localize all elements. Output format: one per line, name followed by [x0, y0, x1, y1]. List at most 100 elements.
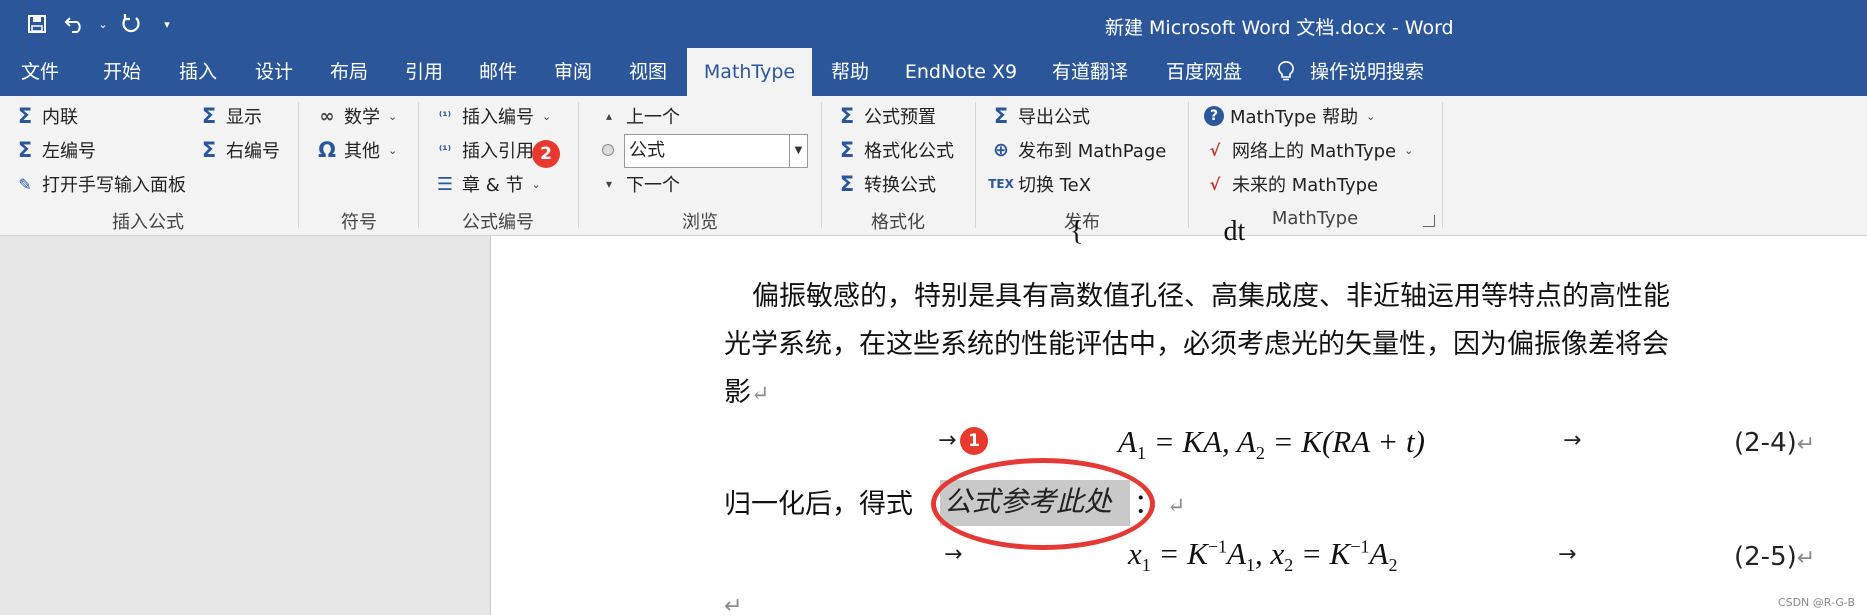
tex-icon: TEX: [988, 177, 1014, 191]
equation-fragment: {dt: [1070, 216, 1246, 247]
future-mathtype-button[interactable]: √ 未来的 MathType: [1204, 169, 1378, 199]
arrow-up-icon: ▴: [605, 109, 613, 123]
previous-button[interactable]: ▴ 上一个: [598, 101, 680, 131]
presets-icon: Σ: [839, 104, 855, 128]
equation-2-5[interactable]: x1 = K−1A1, x2 = K−1A2: [1128, 536, 1397, 576]
sigma-right-number-icon: Σ: [201, 138, 217, 162]
paragraph-line-2: 光学系统，在这些系统的性能评估中，必须考虑光的矢量性，因为偏振像差将会: [724, 329, 1669, 360]
publish-mathpage-button[interactable]: ⊕ 发布到 MathPage: [990, 135, 1166, 165]
group-divider: [1442, 102, 1443, 228]
tab-arrow: →: [944, 542, 963, 567]
tab-mathtype[interactable]: MathType: [687, 48, 812, 96]
group-divider: [418, 102, 419, 228]
omega-icon: Ω: [318, 138, 336, 162]
equation-number-2-4: (2-4)↵: [1734, 428, 1816, 458]
tab-mailings[interactable]: 邮件: [460, 48, 536, 96]
search-label: 操作说明搜索: [1309, 61, 1424, 83]
group-divider: [821, 102, 822, 228]
customize-icon[interactable]: ▾: [152, 10, 182, 38]
normalization-text: 归一化后，得式: [724, 489, 913, 520]
export-equations-button[interactable]: Σ 导出公式: [990, 101, 1090, 131]
group-label-formula-number: 公式编号: [462, 212, 534, 233]
tab-arrow: →: [1558, 542, 1577, 567]
tab-endnote[interactable]: EndNote X9: [896, 48, 1026, 96]
future-icon: √: [1209, 174, 1221, 194]
list-icon: ☰: [436, 173, 454, 195]
document-title: 新建 Microsoft Word 文档.docx - Word: [1105, 17, 1454, 39]
toggle-tex-button[interactable]: TEX 切换 TeX: [988, 169, 1091, 199]
undo-icon[interactable]: [58, 10, 92, 38]
browse-type-select[interactable]: 公式 ▼: [624, 134, 808, 168]
tab-view[interactable]: 视图: [610, 48, 686, 96]
pen-icon: ✎: [18, 174, 32, 194]
tab-baidu-netdisk[interactable]: 百度网盘: [1154, 48, 1254, 96]
chevron-down-icon: ⌄: [1366, 109, 1376, 123]
help-icon: ?: [1204, 106, 1224, 126]
redo-icon[interactable]: [114, 10, 148, 38]
group-divider: [298, 102, 299, 228]
ribbon-tabs: 文件 开始 插入 设计 布局 引用 邮件 审阅 视图 MathType 帮助 E…: [0, 48, 1867, 96]
paragraph-line-3: 影↵: [724, 377, 770, 408]
save-icon[interactable]: [20, 10, 54, 38]
lightbulb-icon: [1278, 61, 1294, 81]
tab-insert[interactable]: 插入: [160, 48, 236, 96]
convert-icon: Σ: [839, 172, 855, 196]
group-label-format: 格式化: [871, 212, 925, 233]
tab-design[interactable]: 设计: [236, 48, 312, 96]
mathtype-help-dropdown[interactable]: ? MathType 帮助 ⌄: [1204, 101, 1375, 131]
chevron-down-icon: ⌄: [388, 143, 398, 157]
tab-search[interactable]: 操作说明搜索: [1270, 48, 1430, 96]
equation-number-2-5: (2-5)↵: [1734, 542, 1816, 572]
tab-arrow: →: [938, 428, 957, 453]
infinity-icon: ∞: [319, 105, 335, 127]
insert-reference-button[interactable]: ⁽¹⁾ 插入引用: [434, 135, 534, 165]
convert-equations-button[interactable]: Σ 转换公式: [836, 169, 936, 199]
tab-references[interactable]: 引用: [386, 48, 462, 96]
title-bar: ⌄ ▾ 新建 Microsoft Word 文档.docx - Word: [0, 0, 1867, 48]
arrow-down-icon: ▾: [605, 177, 613, 191]
group-label-insert-formula: 插入公式: [112, 212, 184, 233]
online-icon: √: [1209, 140, 1221, 160]
annotation-badge-2: 2: [532, 140, 560, 168]
left-number-button[interactable]: Σ 左编号: [14, 135, 96, 165]
tab-help[interactable]: 帮助: [820, 48, 880, 96]
inline-button[interactable]: Σ 内联: [14, 101, 78, 131]
display-button[interactable]: Σ 显示: [198, 101, 262, 131]
equation-2-4[interactable]: A1 = KA, A2 = K(RA + t): [1118, 424, 1425, 464]
chevron-down-icon: ⌄: [531, 177, 541, 191]
chapter-section-dropdown[interactable]: ☰ 章 & 节 ⌄: [434, 169, 541, 199]
sigma-icon: Σ: [17, 104, 33, 128]
handwriting-panel-button[interactable]: ✎ 打开手写输入面板: [14, 169, 186, 199]
tab-review[interactable]: 审阅: [535, 48, 611, 96]
chevron-down-icon[interactable]: ▼: [789, 135, 807, 167]
group-divider: [1188, 102, 1189, 228]
undo-dropdown-icon[interactable]: ⌄: [96, 10, 110, 38]
tab-arrow: →: [1563, 428, 1582, 453]
right-number-button[interactable]: Σ 右编号: [198, 135, 280, 165]
annotation-badge-1: 1: [960, 427, 988, 455]
other-symbols-dropdown[interactable]: Ω 其他 ⌄: [316, 135, 397, 165]
browse-radio[interactable]: [602, 144, 614, 156]
chevron-down-icon: ⌄: [542, 109, 552, 123]
sigma-left-number-icon: Σ: [17, 138, 33, 162]
export-icon: Σ: [993, 104, 1009, 128]
dialog-launcher-icon[interactable]: [1423, 215, 1435, 227]
tab-youdao[interactable]: 有道翻译: [1040, 48, 1140, 96]
next-button[interactable]: ▾ 下一个: [598, 169, 680, 199]
tab-file[interactable]: 文件: [0, 48, 80, 96]
mathtype-online-dropdown[interactable]: √ 网络上的 MathType ⌄: [1204, 135, 1414, 165]
tab-home[interactable]: 开始: [84, 48, 160, 96]
formula-presets-button[interactable]: Σ 公式预置: [836, 101, 936, 131]
group-divider: [578, 102, 579, 228]
format-equations-button[interactable]: Σ 格式化公式: [836, 135, 954, 165]
insert-reference-icon: ⁽¹⁾: [438, 143, 452, 157]
math-symbols-dropdown[interactable]: ∞ 数学 ⌄: [316, 101, 398, 131]
tab-layout[interactable]: 布局: [311, 48, 387, 96]
quick-access-toolbar: ⌄ ▾: [20, 10, 182, 38]
mathtype-ribbon: Σ 内联 Σ 显示 Σ 左编号 Σ 右编号 ✎ 打开手写输入面板 插入公式 ∞ 数学 ⌄ Ω其…: [0, 96, 1867, 236]
sigma-icon: Σ: [201, 104, 217, 128]
chevron-down-icon: ⌄: [1404, 143, 1414, 157]
paragraph-line-1: 偏振敏感的，特别是具有高数值孔径、高集成度、非近轴运用等特点的高性能: [752, 281, 1670, 312]
insert-number-dropdown[interactable]: ⁽¹⁾ 插入编号 ⌄: [434, 101, 551, 131]
group-divider: [975, 102, 976, 228]
